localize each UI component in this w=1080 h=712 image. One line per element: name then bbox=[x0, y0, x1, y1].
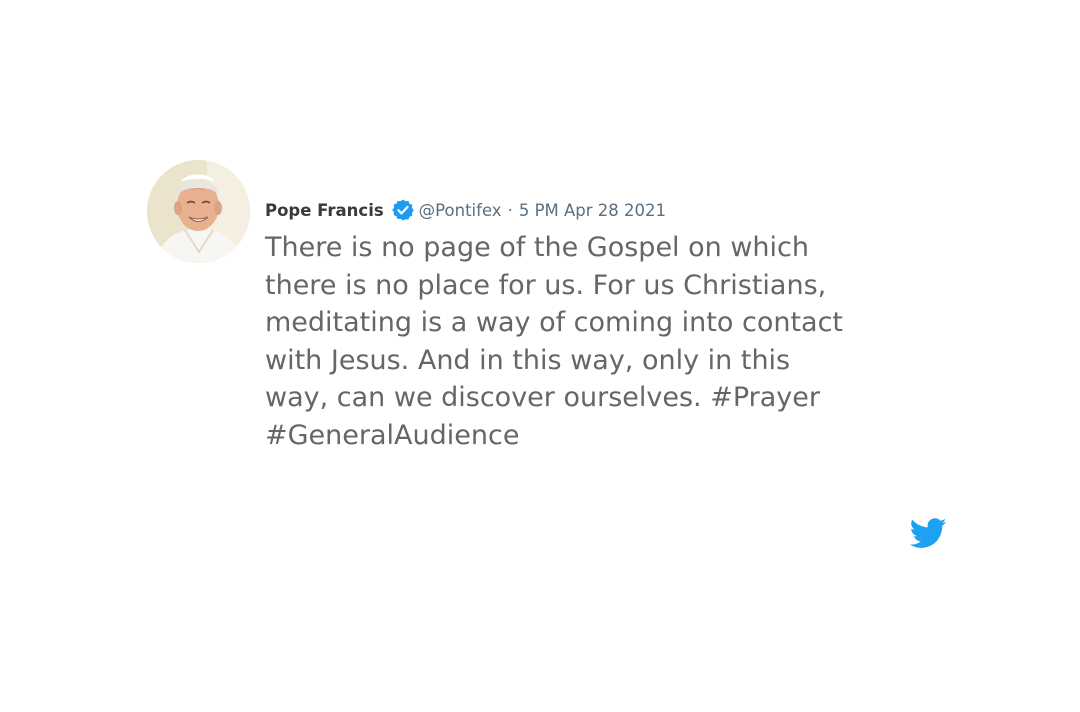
tweet-line: with Jesus. And in this way, only in thi… bbox=[265, 344, 791, 376]
tweet-line: meditating is a way of coming into conta… bbox=[265, 307, 844, 339]
author-name[interactable]: Pope Francis bbox=[265, 201, 384, 220]
meta-separator: · bbox=[507, 200, 513, 220]
author-handle[interactable]: @Pontifex bbox=[419, 201, 502, 220]
tweet-text: There is no page of the Gospel on which … bbox=[265, 229, 905, 455]
tweet-card: Pope Francis @Pontifex · 5 PM Apr 28 202… bbox=[0, 0, 1080, 712]
tweet-header: Pope Francis @Pontifex · 5 PM Apr 28 202… bbox=[265, 197, 666, 223]
tweet-line: way, can we discover ourselves. #Prayer bbox=[265, 382, 820, 414]
tweet-line: there is no place for us. For us Christi… bbox=[265, 269, 827, 301]
tweet-line: There is no page of the Gospel on which bbox=[265, 232, 810, 263]
tweet-timestamp[interactable]: 5 PM Apr 28 2021 bbox=[519, 201, 666, 220]
avatar-portrait bbox=[147, 160, 250, 263]
twitter-bird-icon[interactable] bbox=[909, 518, 947, 549]
avatar[interactable] bbox=[147, 160, 250, 263]
tweet-line: #GeneralAudience bbox=[265, 419, 520, 451]
verified-badge-icon bbox=[391, 198, 415, 222]
